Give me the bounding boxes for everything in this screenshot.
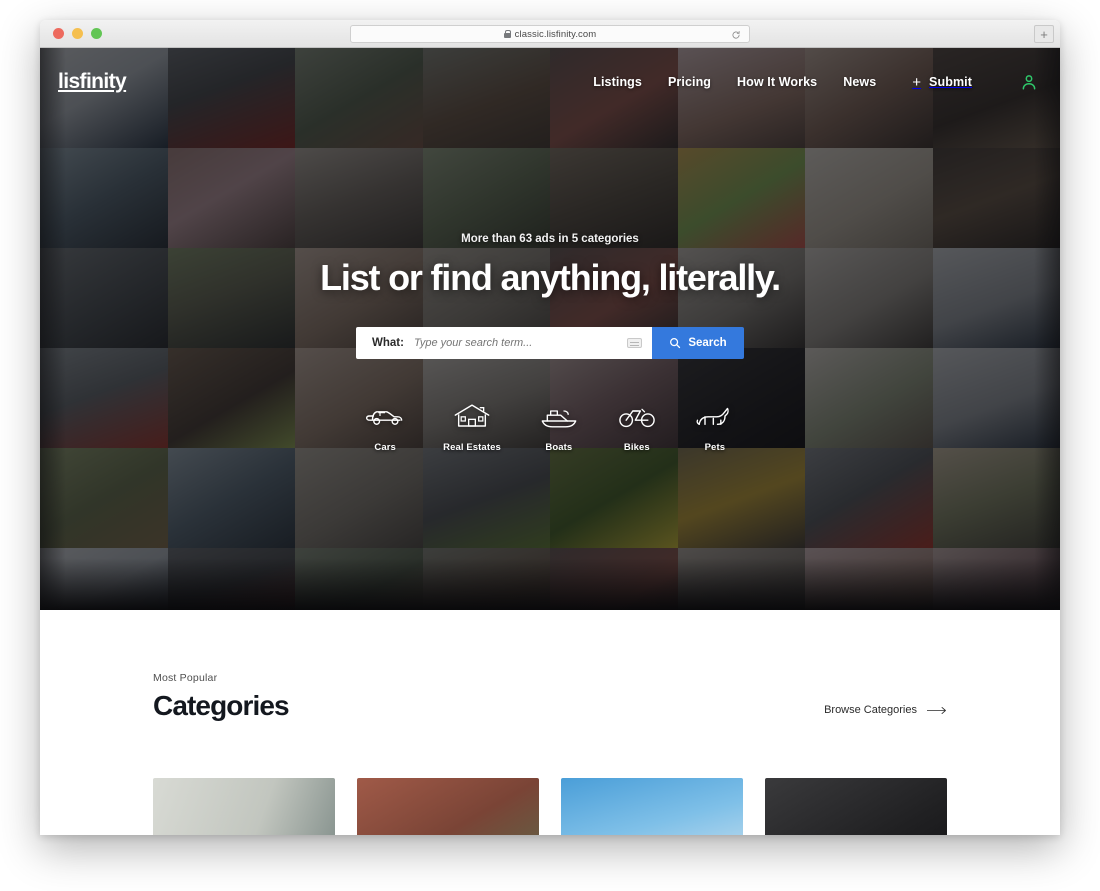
mosaic-tile — [932, 448, 1060, 548]
category-shortcut-label: Pets — [704, 442, 726, 453]
mosaic-tile — [677, 448, 805, 548]
submit-ad-label: Submit — [929, 75, 972, 89]
mosaic-tile — [805, 548, 933, 610]
category-shortcut-label: Real Estates — [443, 442, 501, 453]
bicycle-icon — [619, 408, 655, 428]
page-viewport: lisfinity Listings Pricing How It Works … — [40, 48, 1060, 835]
house-icon — [454, 404, 490, 427]
address-bar-url: classic.lisfinity.com — [514, 28, 597, 40]
category-card-1[interactable] — [153, 778, 335, 835]
nav-links: Listings Pricing How It Works News + Sub… — [593, 73, 1038, 91]
category-shortcut-cars[interactable]: Cars — [365, 401, 405, 453]
close-window-button[interactable] — [53, 28, 64, 39]
section-eyebrow: Most Popular — [153, 672, 218, 684]
nav-item-news[interactable]: News — [843, 75, 876, 89]
reload-icon[interactable] — [731, 30, 741, 40]
mosaic-tile — [805, 448, 933, 548]
search-input[interactable] — [413, 337, 627, 349]
hero-category-shortcuts: Cars Real Estates Boats Bikes Pets — [365, 401, 735, 453]
section-title: Categories — [153, 690, 290, 721]
search-button[interactable]: Search — [652, 327, 744, 359]
category-shortcut-bikes[interactable]: Bikes — [617, 401, 657, 453]
category-cards-grid — [153, 778, 947, 835]
nav-item-pricing[interactable]: Pricing — [668, 75, 711, 89]
plus-icon: + — [912, 73, 922, 91]
hero-section: lisfinity Listings Pricing How It Works … — [40, 48, 1060, 610]
mosaic-tile — [167, 548, 295, 610]
hero-search-bar: What: Search — [356, 327, 744, 359]
category-shortcut-real-estates[interactable]: Real Estates — [443, 401, 501, 453]
category-card-2[interactable] — [357, 778, 539, 835]
mosaic-tile — [932, 548, 1060, 610]
lock-icon — [503, 30, 512, 38]
mosaic-tile — [40, 548, 168, 610]
mosaic-tile — [422, 548, 550, 610]
nav-item-listings[interactable]: Listings — [593, 75, 642, 89]
search-field-wrapper[interactable]: What: — [356, 327, 652, 359]
new-tab-button[interactable]: + — [1034, 25, 1054, 43]
mosaic-tile — [295, 548, 423, 610]
search-button-label: Search — [688, 337, 727, 349]
category-shortcut-label: Boats — [545, 442, 573, 453]
category-shortcut-boats[interactable]: Boats — [539, 401, 579, 453]
mosaic-tile — [677, 548, 805, 610]
mosaic-tile — [295, 448, 423, 548]
search-what-label: What: — [372, 337, 404, 349]
mosaic-tile — [550, 548, 678, 610]
hero-content: More than 63 ads in 5 categories List or… — [40, 233, 1060, 453]
category-shortcut-pets[interactable]: Pets — [695, 401, 735, 453]
maximize-window-button[interactable] — [91, 28, 102, 39]
hero-ads-count-text: More than 63 ads in 5 categories — [461, 233, 639, 245]
site-logo-text: lisfinity — [58, 70, 127, 93]
category-shortcut-label: Cars — [374, 442, 396, 453]
category-card-4[interactable] — [765, 778, 947, 835]
user-account-icon[interactable] — [1020, 73, 1038, 91]
site-header-nav: lisfinity Listings Pricing How It Works … — [40, 48, 1060, 116]
dog-icon — [696, 407, 729, 426]
keyboard-icon[interactable] — [627, 338, 642, 348]
minimize-window-button[interactable] — [72, 28, 83, 39]
boat-icon — [541, 410, 577, 428]
site-logo[interactable]: lisfinity — [58, 70, 127, 94]
browse-categories-label: Browse Categories — [824, 704, 917, 716]
browser-window: classic.lisfinity.com + lisfinity Listin… — [40, 20, 1060, 835]
section-header: Categories Browse Categories — [153, 690, 947, 722]
mosaic-tile — [422, 448, 550, 548]
categories-section: Most Popular Categories Browse Categorie… — [40, 610, 1060, 835]
nav-item-how-it-works[interactable]: How It Works — [737, 75, 817, 89]
mosaic-tile — [550, 448, 678, 548]
arrow-right-icon — [927, 706, 946, 714]
browser-chrome-bar: classic.lisfinity.com + — [40, 20, 1060, 48]
mosaic-tile — [167, 448, 295, 548]
hero-headline: List or find anything, literally. — [320, 257, 781, 298]
search-icon — [670, 338, 681, 349]
category-card-3[interactable] — [561, 778, 743, 835]
submit-ad-button[interactable]: + Submit — [912, 75, 972, 90]
category-shortcut-label: Bikes — [623, 442, 650, 453]
address-bar[interactable]: classic.lisfinity.com — [350, 25, 750, 43]
car-icon — [366, 411, 403, 425]
mosaic-tile — [40, 448, 168, 548]
window-traffic-lights — [53, 28, 102, 39]
browse-categories-link[interactable]: Browse Categories — [824, 704, 947, 722]
